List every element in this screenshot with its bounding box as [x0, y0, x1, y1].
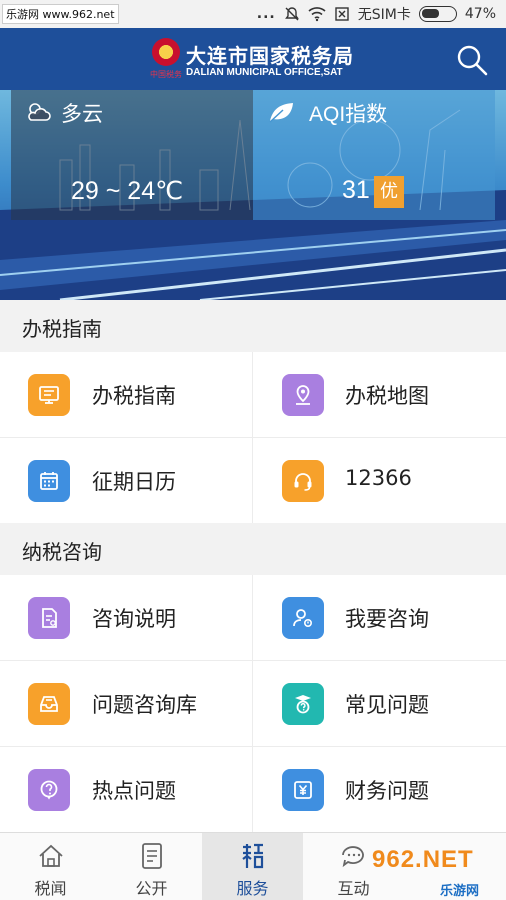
service-finance-questions[interactable]: 财务问题	[253, 747, 506, 833]
service-tax-map[interactable]: 办税地图	[253, 352, 506, 438]
tab-label: 公开	[135, 879, 168, 898]
battery-icon	[418, 6, 457, 22]
faq-icon	[282, 683, 324, 725]
aqi-level-badge: 优	[374, 176, 404, 208]
doc-list-icon	[142, 843, 162, 869]
question-icon	[28, 769, 70, 811]
leaf-icon	[269, 103, 293, 123]
tab-public[interactable]: 公开	[101, 833, 202, 900]
inbox-icon	[28, 683, 70, 725]
aqi-value: 31	[342, 176, 370, 204]
service-label: 办税地图	[345, 384, 429, 408]
watermark-962: 962.NET 乐游网	[344, 846, 506, 900]
service-question-library[interactable]: 问题咨询库	[0, 661, 253, 747]
tab-news[interactable]: 税闻	[0, 833, 101, 900]
service-12366-hotline[interactable]: 12366	[253, 438, 506, 524]
section-header-tax-guide: 办税指南	[0, 300, 506, 352]
section-title: 办税指南	[22, 317, 102, 341]
document-icon	[28, 597, 70, 639]
tab-service[interactable]: 服务	[202, 833, 303, 900]
service-label: 热点问题	[92, 779, 176, 803]
service-label: 咨询说明	[92, 607, 176, 631]
weather-card[interactable]: 多云 29 ~ 24℃	[11, 90, 253, 220]
service-hot-questions[interactable]: 热点问题	[0, 747, 253, 833]
service-tax-guide[interactable]: 办税指南	[0, 352, 253, 438]
service-consult-instructions[interactable]: 咨询说明	[0, 575, 253, 661]
service-label: 问题咨询库	[92, 693, 197, 717]
home-icon	[39, 844, 63, 867]
sim-off-icon	[335, 7, 349, 21]
page-title: 大连市国家税务局	[186, 46, 354, 68]
service-label: 征期日历	[92, 470, 176, 494]
section-title: 纳税咨询	[22, 540, 102, 564]
service-label: 财务问题	[345, 779, 429, 803]
user-consult-icon	[282, 597, 324, 639]
tab-label: 服务	[236, 879, 269, 898]
emblem-caption: 中国税务	[150, 70, 182, 79]
service-faq[interactable]: 常见问题	[253, 661, 506, 747]
guide-icon	[28, 374, 70, 416]
weather-condition: 多云	[61, 102, 103, 126]
temperature-range: 29 ~ 24℃	[71, 177, 184, 205]
cloud-sun-icon	[28, 103, 51, 121]
yuan-icon	[282, 769, 324, 811]
app-header: 中国税务 大连市国家税务局 DALIAN MUNICIPAL OFFICE,SA…	[0, 28, 506, 90]
status-bar: 乐游网 www.962.net ... 无SIM卡 47%	[0, 0, 506, 28]
search-icon[interactable]	[454, 42, 490, 78]
tab-label: 税闻	[34, 879, 67, 898]
grid-row: 咨询说明 我要咨询	[0, 575, 506, 661]
aqi-label: AQI指数	[309, 103, 388, 126]
more-dots: ...	[256, 6, 276, 22]
grid-row: 办税指南 办税地图	[0, 352, 506, 438]
page-subtitle: DALIAN MUNICIPAL OFFICE,SAT	[186, 67, 343, 78]
grid-row: 热点问题 财务问题	[0, 747, 506, 833]
service-ask-question[interactable]: 我要咨询	[253, 575, 506, 661]
watermark-text: 962.NET	[372, 846, 474, 873]
battery-percent: 47%	[464, 6, 496, 22]
watermark-top-left: 乐游网 www.962.net	[2, 4, 119, 24]
service-tax-calendar[interactable]: 征期日历	[0, 438, 253, 524]
watermark-caption: 乐游网	[440, 884, 480, 899]
grid-row: 征期日历 12366	[0, 438, 506, 524]
status-icons: ... 无SIM卡 47%	[257, 4, 496, 24]
tax-emblem-icon	[152, 38, 180, 66]
aqi-card[interactable]: AQI指数 31 优	[253, 90, 495, 220]
map-pin-icon	[282, 374, 324, 416]
grid-row: 问题咨询库 常见问题	[0, 661, 506, 747]
tax-service-icon	[242, 843, 264, 869]
wifi-icon	[308, 7, 326, 22]
service-label: 我要咨询	[345, 607, 429, 631]
weather-banner: 多云 29 ~ 24℃ AQI指数 31 优	[0, 90, 506, 300]
bell-off-icon	[284, 7, 299, 21]
headset-icon	[282, 460, 324, 502]
sim-status: 无SIM卡	[357, 7, 411, 23]
service-label: 12366	[345, 466, 412, 490]
section-header-consultation: 纳税咨询	[0, 523, 506, 575]
service-label: 常见问题	[345, 693, 429, 717]
calendar-icon	[28, 460, 70, 502]
service-label: 办税指南	[92, 384, 176, 408]
